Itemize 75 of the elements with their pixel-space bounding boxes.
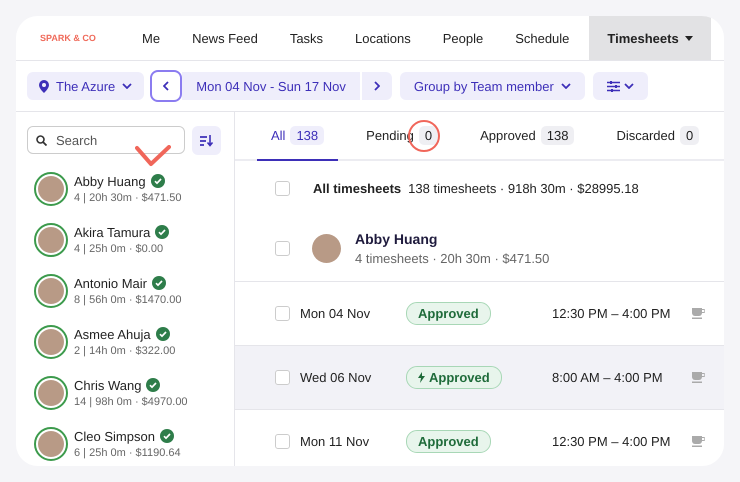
nav-tab[interactable]: News Feed <box>176 16 274 60</box>
nav-tab[interactable]: Locations <box>339 16 427 60</box>
filter-tab[interactable]: Discarded 0 <box>602 112 714 161</box>
nav-tab[interactable]: Me <box>126 16 176 60</box>
checkbox[interactable] <box>275 180 290 196</box>
person-name[interactable]: Akira Tamura <box>74 224 150 240</box>
logo: SPARK & CO <box>40 33 97 43</box>
nav-tab[interactable]: People <box>426 16 500 60</box>
avatar <box>34 172 68 206</box>
date-range-button[interactable]: Mon 04 Nov - Sun 17 Nov <box>182 72 360 100</box>
checkbox[interactable] <box>275 306 290 321</box>
checkbox[interactable] <box>275 240 290 256</box>
avatar <box>312 234 341 262</box>
entry-date: Mon 11 Nov <box>300 434 370 449</box>
avatar <box>34 274 68 308</box>
person-name[interactable]: Cleo Simpson <box>74 428 155 444</box>
avatar <box>34 222 68 256</box>
filter-tab[interactable]: All 138 <box>257 112 338 161</box>
person-name[interactable]: Abby Huang <box>74 174 146 188</box>
sort-button[interactable] <box>192 126 221 155</box>
filter-tab[interactable]: Approved 138 <box>466 112 588 161</box>
person-stats: 2 | 14h 0m · $322.00 <box>74 344 176 356</box>
cup-icon <box>692 436 705 447</box>
entry-date: Wed 06 Nov <box>300 370 372 385</box>
status-badge: Approved <box>406 430 491 453</box>
avatar <box>34 324 68 358</box>
checkbox[interactable] <box>275 370 290 385</box>
summary-details: 138 timesheets · 918h 30m · $28995.18 <box>408 180 639 196</box>
person-name[interactable]: Antonio Mair <box>74 276 147 290</box>
group-details: 4 timesheets · 20h 30m · $471.50 <box>355 250 550 266</box>
count-badge: 0 <box>680 126 700 145</box>
avatar <box>34 376 68 410</box>
summary-title: All timesheets <box>313 180 402 196</box>
group-name: Abby Huang <box>355 230 438 246</box>
entry-date: Mon 04 Nov <box>300 306 372 321</box>
chevron-down-icon <box>624 83 634 89</box>
person-stats: 4 | 20h 30m · $471.50 <box>74 192 182 204</box>
person-stats: 6 | 25h 0m · $1190.64 <box>74 446 181 458</box>
sliders-icon <box>606 80 620 92</box>
pin-icon <box>39 80 49 92</box>
nav-tab[interactable]: Schedule <box>499 16 586 60</box>
nav-tab[interactable]: Timesheets <box>589 16 711 60</box>
avatar <box>34 426 68 460</box>
group-by-button[interactable]: Group by Team member <box>400 72 585 100</box>
checkbox[interactable] <box>275 434 290 449</box>
chevron-right-icon <box>374 81 380 91</box>
lightning-icon <box>418 372 425 383</box>
previous-button[interactable] <box>152 72 180 100</box>
filter-button[interactable] <box>592 72 648 100</box>
entry-time: 8:00 AM – 4:00 PM <box>552 370 664 385</box>
cup-icon <box>692 308 705 319</box>
nav-tab[interactable]: Tasks <box>274 16 340 60</box>
entry-time: 12:30 PM – 4:00 PM <box>552 306 672 321</box>
person-stats: 8 | 56h 0m · $1470.00 <box>74 294 182 306</box>
person-stats: 14 | 98h 0m · $4970.00 <box>74 396 188 408</box>
sort-icon <box>200 134 213 146</box>
person-name[interactable]: Asmee Ahuja <box>74 326 151 342</box>
person-stats: 4 | 25h 0m · $0.00 <box>74 242 164 254</box>
location-button[interactable]: The Azure <box>27 72 144 100</box>
next-button[interactable] <box>362 72 392 100</box>
search-field[interactable]: Search <box>27 126 185 154</box>
count-badge: 138 <box>290 126 324 145</box>
status-badge: Approved <box>406 366 502 389</box>
chevron-down-icon <box>122 83 132 89</box>
entry-time: 12:30 PM – 4:00 PM <box>552 434 672 449</box>
person-name[interactable]: Chris Wang <box>74 378 142 392</box>
count-badge: 0 <box>418 126 438 145</box>
caret-icon <box>684 36 693 40</box>
count-badge: 138 <box>540 126 574 145</box>
search-icon <box>36 135 47 146</box>
chevron-down-icon <box>560 83 571 89</box>
status-badge: Approved <box>406 302 491 325</box>
chevron-left-icon <box>163 81 170 91</box>
annotation-check-drawing <box>135 145 171 167</box>
cup-icon <box>692 372 705 383</box>
